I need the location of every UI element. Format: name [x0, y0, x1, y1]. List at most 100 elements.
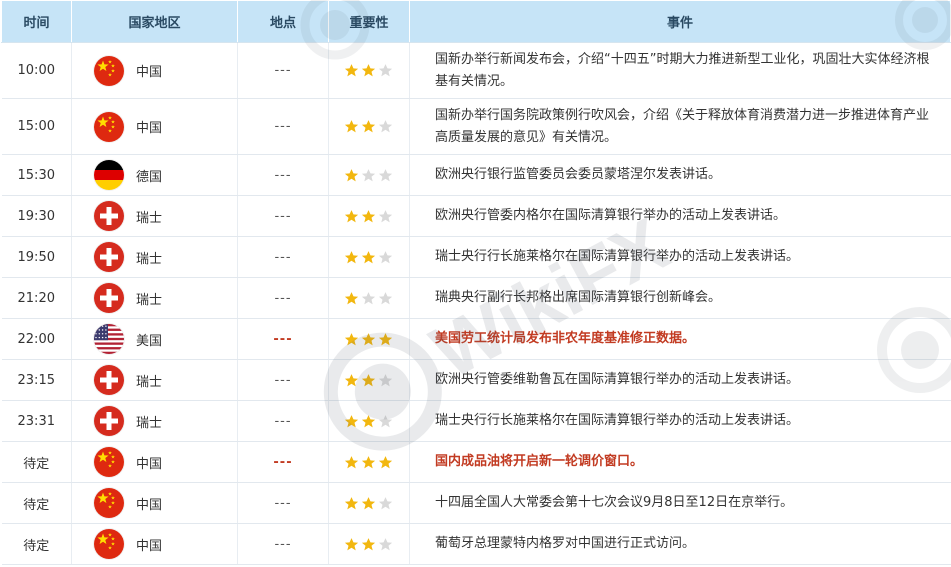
star-empty-icon — [378, 168, 393, 183]
star-filled-icon — [361, 496, 376, 511]
row-time: 待定 — [1, 482, 72, 524]
row-importance — [328, 154, 410, 196]
star-filled-icon — [361, 119, 376, 134]
row-event: 十四届全国人大常委会第十七次会议9月8日至12日在京举行。 — [409, 482, 951, 524]
row-importance — [328, 523, 410, 565]
header-country: 国家地区 — [71, 0, 238, 43]
star-filled-icon — [361, 455, 376, 470]
row-time: 23:15 — [1, 359, 72, 401]
switzerland-flag-icon — [94, 406, 124, 436]
country-name: 德国 — [136, 169, 163, 185]
row-country: 瑞士 — [71, 195, 238, 237]
table-row: 22:00 美国 --- 美国劳工统计局发布非农年度基准修正数据。 — [1, 318, 951, 360]
row-time: 22:00 — [1, 318, 72, 360]
star-empty-icon — [378, 373, 393, 388]
row-country: 美国 — [71, 318, 238, 360]
star-filled-icon — [361, 250, 376, 265]
row-event: 美国劳工统计局发布非农年度基准修正数据。 — [409, 318, 951, 360]
row-time: 23:31 — [1, 400, 72, 442]
row-time: 15:00 — [1, 98, 72, 155]
row-event: 欧洲央行银行监管委员会委员蒙塔涅尔发表讲话。 — [409, 154, 951, 196]
table-row: 19:50 瑞士 --- 瑞士央行行长施莱格尔在国际清算银行举办的活动上发表讲话。 — [1, 236, 951, 278]
table-row: 19:30 瑞士 --- 欧洲央行管委内格尔在国际清算银行举办的活动上发表讲话。 — [1, 195, 951, 237]
row-time: 19:30 — [1, 195, 72, 237]
table-row: 23:31 瑞士 --- 瑞士央行行长施莱格尔在国际清算银行举办的活动上发表讲话。 — [1, 400, 951, 442]
country-name: 瑞士 — [136, 292, 163, 308]
row-place: --- — [237, 318, 329, 360]
row-country: 瑞士 — [71, 359, 238, 401]
row-time: 待定 — [1, 441, 72, 483]
row-place: --- — [237, 42, 329, 99]
star-filled-icon — [344, 414, 359, 429]
header-place: 地点 — [237, 0, 329, 43]
star-filled-icon — [378, 455, 393, 470]
switzerland-flag-icon — [94, 201, 124, 231]
switzerland-flag-icon — [94, 242, 124, 272]
star-empty-icon — [378, 496, 393, 511]
row-event: 瑞士央行行长施莱格尔在国际清算银行举办的活动上发表讲话。 — [409, 236, 951, 278]
star-filled-icon — [361, 63, 376, 78]
row-importance — [328, 236, 410, 278]
star-filled-icon — [344, 537, 359, 552]
star-filled-icon — [344, 168, 359, 183]
row-place: --- — [237, 400, 329, 442]
table-row: 15:00 中国 --- 国新办举行国务院政策例行吹风会，介绍《关于释放体育消费潜力进… — [1, 98, 951, 155]
china-flag-icon — [94, 488, 124, 518]
importance-stars — [344, 119, 409, 134]
row-event: 国内成品油将开启新一轮调价窗口。 — [409, 441, 951, 483]
star-filled-icon — [361, 537, 376, 552]
header-event: 事件 — [409, 0, 951, 43]
star-filled-icon — [344, 63, 359, 78]
row-place: --- — [237, 236, 329, 278]
header-importance: 重要性 — [328, 0, 410, 43]
china-flag-icon — [94, 55, 124, 86]
table-row: 15:30 德国 --- 欧洲央行银行监管委员会委员蒙塔涅尔发表讲话。 — [1, 154, 951, 196]
economic-calendar: 时间 国家地区 地点 重要性 事件 10:00 中国 --- 国新办举行新闻发布会，介… — [0, 0, 951, 567]
row-place: --- — [237, 523, 329, 565]
row-importance — [328, 441, 410, 483]
row-country: 瑞士 — [71, 400, 238, 442]
row-importance — [328, 42, 410, 99]
table-body: 10:00 中国 --- 国新办举行新闻发布会，介绍“十四五”时期大力推进新型工业化，… — [1, 42, 951, 565]
country-name: 中国 — [136, 497, 163, 513]
star-filled-icon — [344, 496, 359, 511]
row-country: 德国 — [71, 154, 238, 196]
country-name: 美国 — [136, 333, 163, 349]
row-importance — [328, 400, 410, 442]
calendar-table: 时间 国家地区 地点 重要性 事件 10:00 中国 --- 国新办举行新闻发布会，介… — [1, 0, 951, 565]
row-importance — [328, 482, 410, 524]
star-filled-icon — [361, 209, 376, 224]
row-country: 中国 — [71, 441, 238, 483]
row-country: 瑞士 — [71, 277, 238, 319]
row-importance — [328, 359, 410, 401]
table-row: 10:00 中国 --- 国新办举行新闻发布会，介绍“十四五”时期大力推进新型工业化，… — [1, 42, 951, 99]
row-time: 10:00 — [1, 42, 72, 99]
row-event: 瑞典央行副行长邦格出席国际清算银行创新峰会。 — [409, 277, 951, 319]
star-empty-icon — [378, 209, 393, 224]
row-country: 中国 — [71, 523, 238, 565]
row-event: 葡萄牙总理蒙特内格罗对中国进行正式访问。 — [409, 523, 951, 565]
star-empty-icon — [378, 250, 393, 265]
country-name: 瑞士 — [136, 210, 163, 226]
row-time: 15:30 — [1, 154, 72, 196]
importance-stars — [344, 209, 409, 224]
row-time: 21:20 — [1, 277, 72, 319]
china-flag-icon — [94, 447, 124, 477]
switzerland-flag-icon — [94, 283, 124, 313]
row-event: 欧洲央行管委内格尔在国际清算银行举办的活动上发表讲话。 — [409, 195, 951, 237]
row-event: 国新办举行新闻发布会，介绍“十四五”时期大力推进新型工业化，巩固壮大实体经济根基… — [409, 42, 951, 99]
star-filled-icon — [378, 332, 393, 347]
importance-stars — [344, 537, 409, 552]
china-flag-icon — [94, 111, 124, 142]
table-row: 21:20 瑞士 --- 瑞典央行副行长邦格出席国际清算银行创新峰会。 — [1, 277, 951, 319]
importance-stars — [344, 332, 409, 347]
importance-stars — [344, 414, 409, 429]
star-empty-icon — [378, 119, 393, 134]
star-empty-icon — [378, 291, 393, 306]
row-time: 待定 — [1, 523, 72, 565]
importance-stars — [344, 455, 409, 470]
star-filled-icon — [361, 414, 376, 429]
row-country: 中国 — [71, 98, 238, 155]
country-name: 瑞士 — [136, 251, 163, 267]
star-filled-icon — [344, 291, 359, 306]
